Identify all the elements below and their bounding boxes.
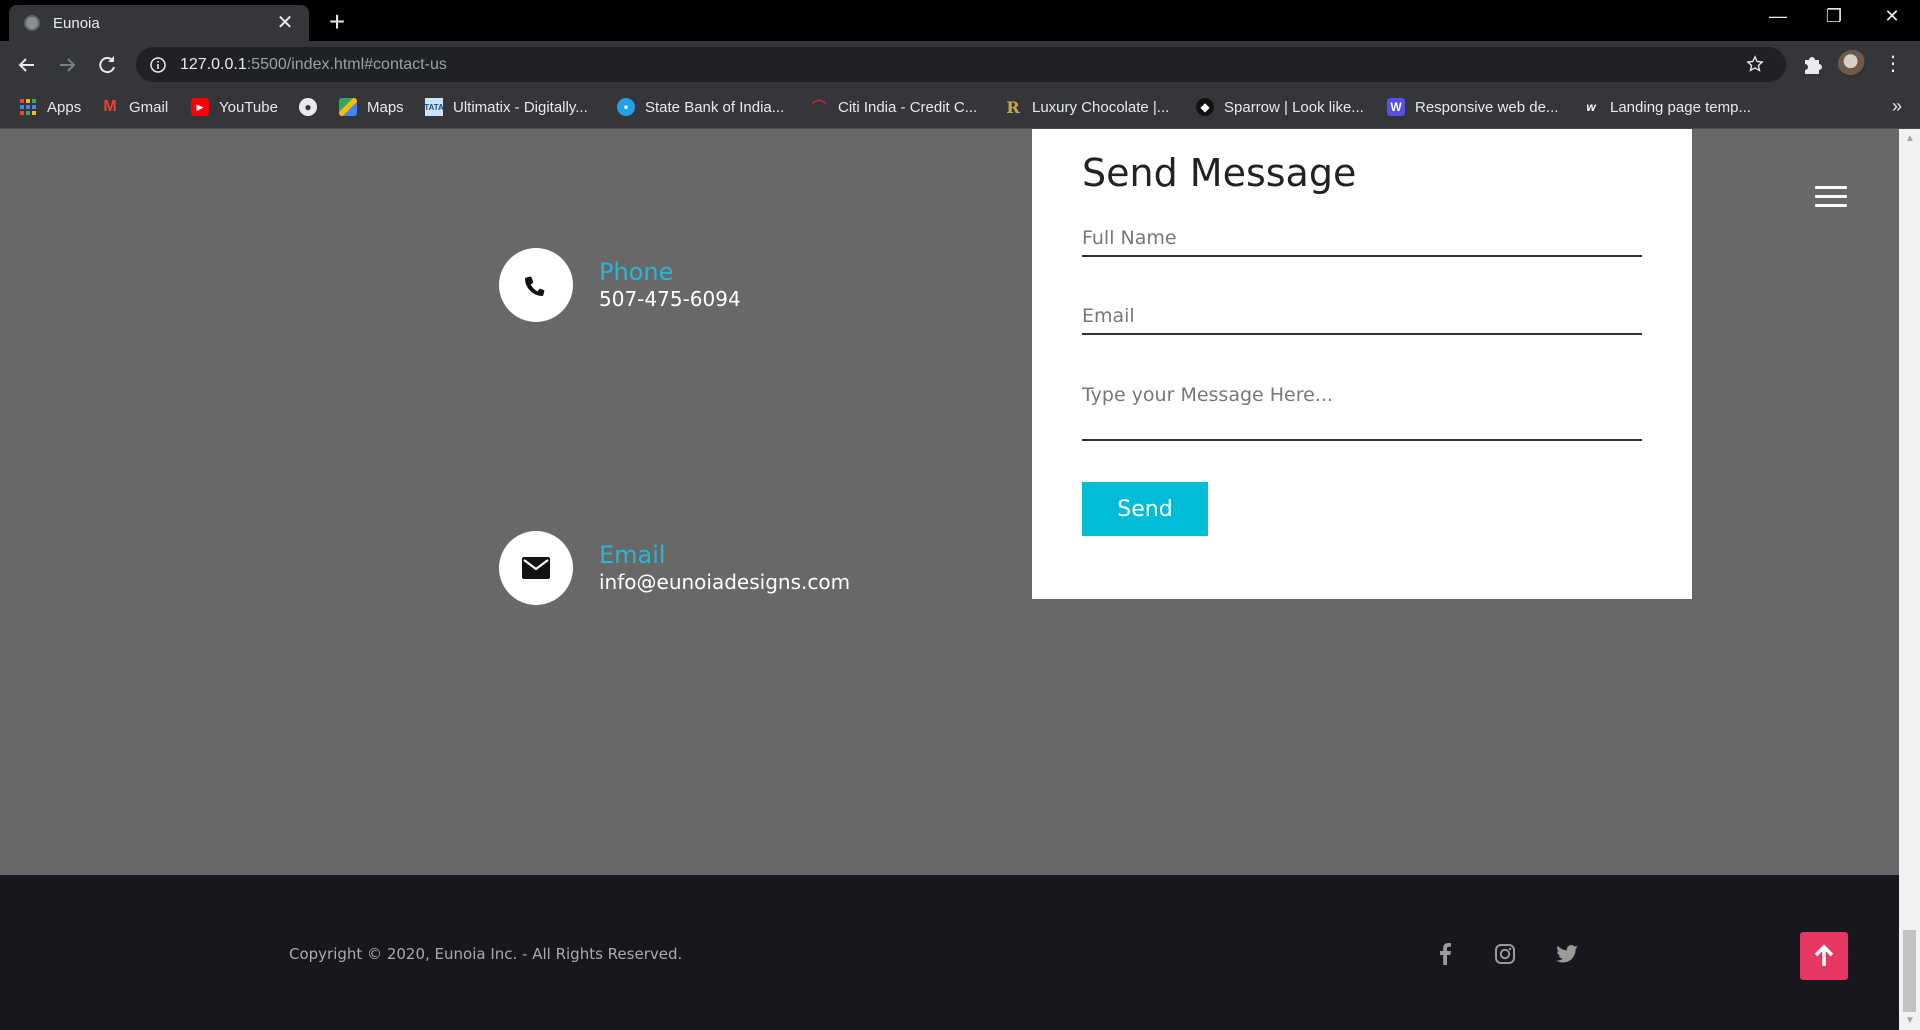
phone-label: Phone bbox=[599, 258, 674, 286]
forward-icon[interactable] bbox=[52, 50, 82, 80]
apps-grid-icon bbox=[20, 99, 36, 115]
bookmark-landing[interactable]: w Landing page temp... bbox=[1582, 98, 1751, 116]
browser-toolbar: 127.0.0.1:5500/index.html#contact-us ⋮ bbox=[0, 41, 1920, 88]
bookmark-star-icon[interactable] bbox=[1746, 55, 1764, 73]
bookmark-youtube[interactable]: ▶ YouTube bbox=[191, 98, 278, 116]
tata-icon: TATA bbox=[424, 98, 444, 116]
contact-phone: Phone 507-475-6094 bbox=[499, 248, 741, 322]
email-icon-circle bbox=[499, 531, 573, 605]
email-value: info@eunoiadesigns.com bbox=[599, 570, 851, 594]
sparrow-icon: ◆ bbox=[1196, 98, 1214, 116]
twitter-icon[interactable] bbox=[1554, 941, 1580, 967]
form-title: Send Message bbox=[1082, 151, 1357, 195]
scroll-to-top-button[interactable] bbox=[1800, 932, 1848, 980]
sbi-icon: • bbox=[617, 98, 635, 116]
bookmark-citi[interactable]: ⌒ Citi India - Credit C... bbox=[810, 98, 977, 116]
page-scrollbar[interactable]: ▲ ▼ bbox=[1899, 129, 1920, 1030]
bookmark-maps[interactable]: Maps bbox=[339, 98, 404, 116]
window-close-icon[interactable]: ✕ bbox=[1877, 6, 1907, 27]
tab-title: Eunoia bbox=[53, 14, 100, 32]
youtube-icon: ▶ bbox=[191, 98, 209, 116]
bookmark-label: Responsive web de... bbox=[1415, 98, 1559, 116]
bookmark-label: Ultimatix - Digitally... bbox=[453, 98, 588, 116]
phone-value: 507-475-6094 bbox=[599, 287, 741, 311]
email-label: Email bbox=[599, 541, 666, 569]
email-input[interactable] bbox=[1082, 299, 1642, 335]
contact-email: Email info@eunoiadesigns.com bbox=[499, 531, 850, 605]
phone-icon bbox=[525, 276, 545, 296]
w-icon: w bbox=[1586, 100, 1596, 114]
extensions-puzzle-icon[interactable] bbox=[1801, 53, 1823, 75]
scroll-up-arrow-icon[interactable]: ▲ bbox=[1905, 133, 1915, 144]
globe-icon bbox=[24, 15, 40, 31]
hamburger-menu-icon[interactable] bbox=[1815, 186, 1847, 208]
bookmark-sparrow[interactable]: ◆ Sparrow | Look like... bbox=[1196, 98, 1364, 116]
bookmark-label: State Bank of India... bbox=[645, 98, 785, 116]
minimize-icon[interactable]: — bbox=[1763, 6, 1793, 27]
more-bookmarks-icon[interactable]: » bbox=[1892, 96, 1902, 117]
page-viewport: Phone 507-475-6094 Email info@eunoiadesi… bbox=[0, 129, 1899, 1030]
globe-icon: ● bbox=[299, 98, 317, 116]
tab-strip: Eunoia ✕ + — ❐ ✕ bbox=[0, 0, 1920, 41]
restore-icon[interactable]: ❐ bbox=[1819, 6, 1849, 27]
bookmarks-bar: Apps M Gmail ▶ YouTube ● Maps TATA Ultim… bbox=[0, 88, 1920, 129]
bookmark-label: YouTube bbox=[219, 98, 278, 116]
bookmark-label: Gmail bbox=[129, 98, 169, 116]
citi-icon: ⌒ bbox=[812, 99, 826, 115]
reload-icon[interactable] bbox=[92, 50, 122, 80]
scrollbar-thumb[interactable] bbox=[1903, 930, 1916, 1012]
bookmark-label: Landing page temp... bbox=[1610, 98, 1751, 116]
menu-kebab-icon[interactable]: ⋮ bbox=[1882, 53, 1904, 75]
send-message-form: Send Message Send bbox=[1032, 129, 1692, 599]
address-bar[interactable]: 127.0.0.1:5500/index.html#contact-us bbox=[136, 47, 1786, 82]
browser-tab[interactable]: Eunoia ✕ bbox=[9, 5, 309, 41]
instagram-icon[interactable] bbox=[1492, 941, 1518, 967]
info-icon[interactable] bbox=[150, 56, 166, 73]
bookmark-label: Maps bbox=[367, 98, 404, 116]
bookmark-label: Sparrow | Look like... bbox=[1224, 98, 1364, 116]
bookmark-apps[interactable]: Apps bbox=[19, 98, 81, 116]
facebook-icon[interactable] bbox=[1432, 941, 1458, 967]
phone-icon-circle bbox=[499, 248, 573, 322]
close-tab-icon[interactable]: ✕ bbox=[275, 13, 295, 33]
url-host: 127.0.0.1 bbox=[180, 55, 247, 73]
profile-avatar[interactable] bbox=[1838, 50, 1866, 78]
bookmark-label: Luxury Chocolate |... bbox=[1032, 98, 1170, 116]
bookmark-chocolate[interactable]: R Luxury Chocolate |... bbox=[1004, 97, 1170, 117]
envelope-icon bbox=[522, 557, 550, 579]
url-path: :5500/index.html#contact-us bbox=[246, 55, 447, 73]
send-button[interactable]: Send bbox=[1082, 482, 1208, 536]
gmail-icon: M bbox=[103, 98, 117, 115]
maps-icon bbox=[339, 98, 357, 116]
r-icon: R bbox=[1006, 97, 1020, 117]
bookmark-label: Citi India - Credit C... bbox=[838, 98, 978, 116]
footer: Copyright © 2020, Eunoia Inc. - All Righ… bbox=[0, 875, 1899, 1030]
arrow-up-icon bbox=[1814, 944, 1834, 966]
bookmark-sbi[interactable]: • State Bank of India... bbox=[617, 98, 784, 116]
bookmark-responsive[interactable]: W Responsive web de... bbox=[1387, 98, 1558, 116]
new-tab-icon[interactable]: + bbox=[325, 8, 349, 36]
bookmark-gmail[interactable]: M Gmail bbox=[101, 98, 168, 116]
w-purple-icon: W bbox=[1387, 98, 1405, 116]
scroll-down-arrow-icon[interactable]: ▼ bbox=[1905, 1015, 1915, 1026]
back-icon[interactable] bbox=[12, 50, 42, 80]
copyright-text: Copyright © 2020, Eunoia Inc. - All Righ… bbox=[289, 945, 683, 963]
bookmark-globe[interactable]: ● bbox=[299, 98, 327, 116]
bookmark-ultimatix[interactable]: TATA Ultimatix - Digitally... bbox=[424, 98, 588, 116]
message-input[interactable] bbox=[1082, 376, 1642, 441]
full-name-input[interactable] bbox=[1082, 221, 1642, 257]
bookmark-label: Apps bbox=[47, 98, 82, 116]
